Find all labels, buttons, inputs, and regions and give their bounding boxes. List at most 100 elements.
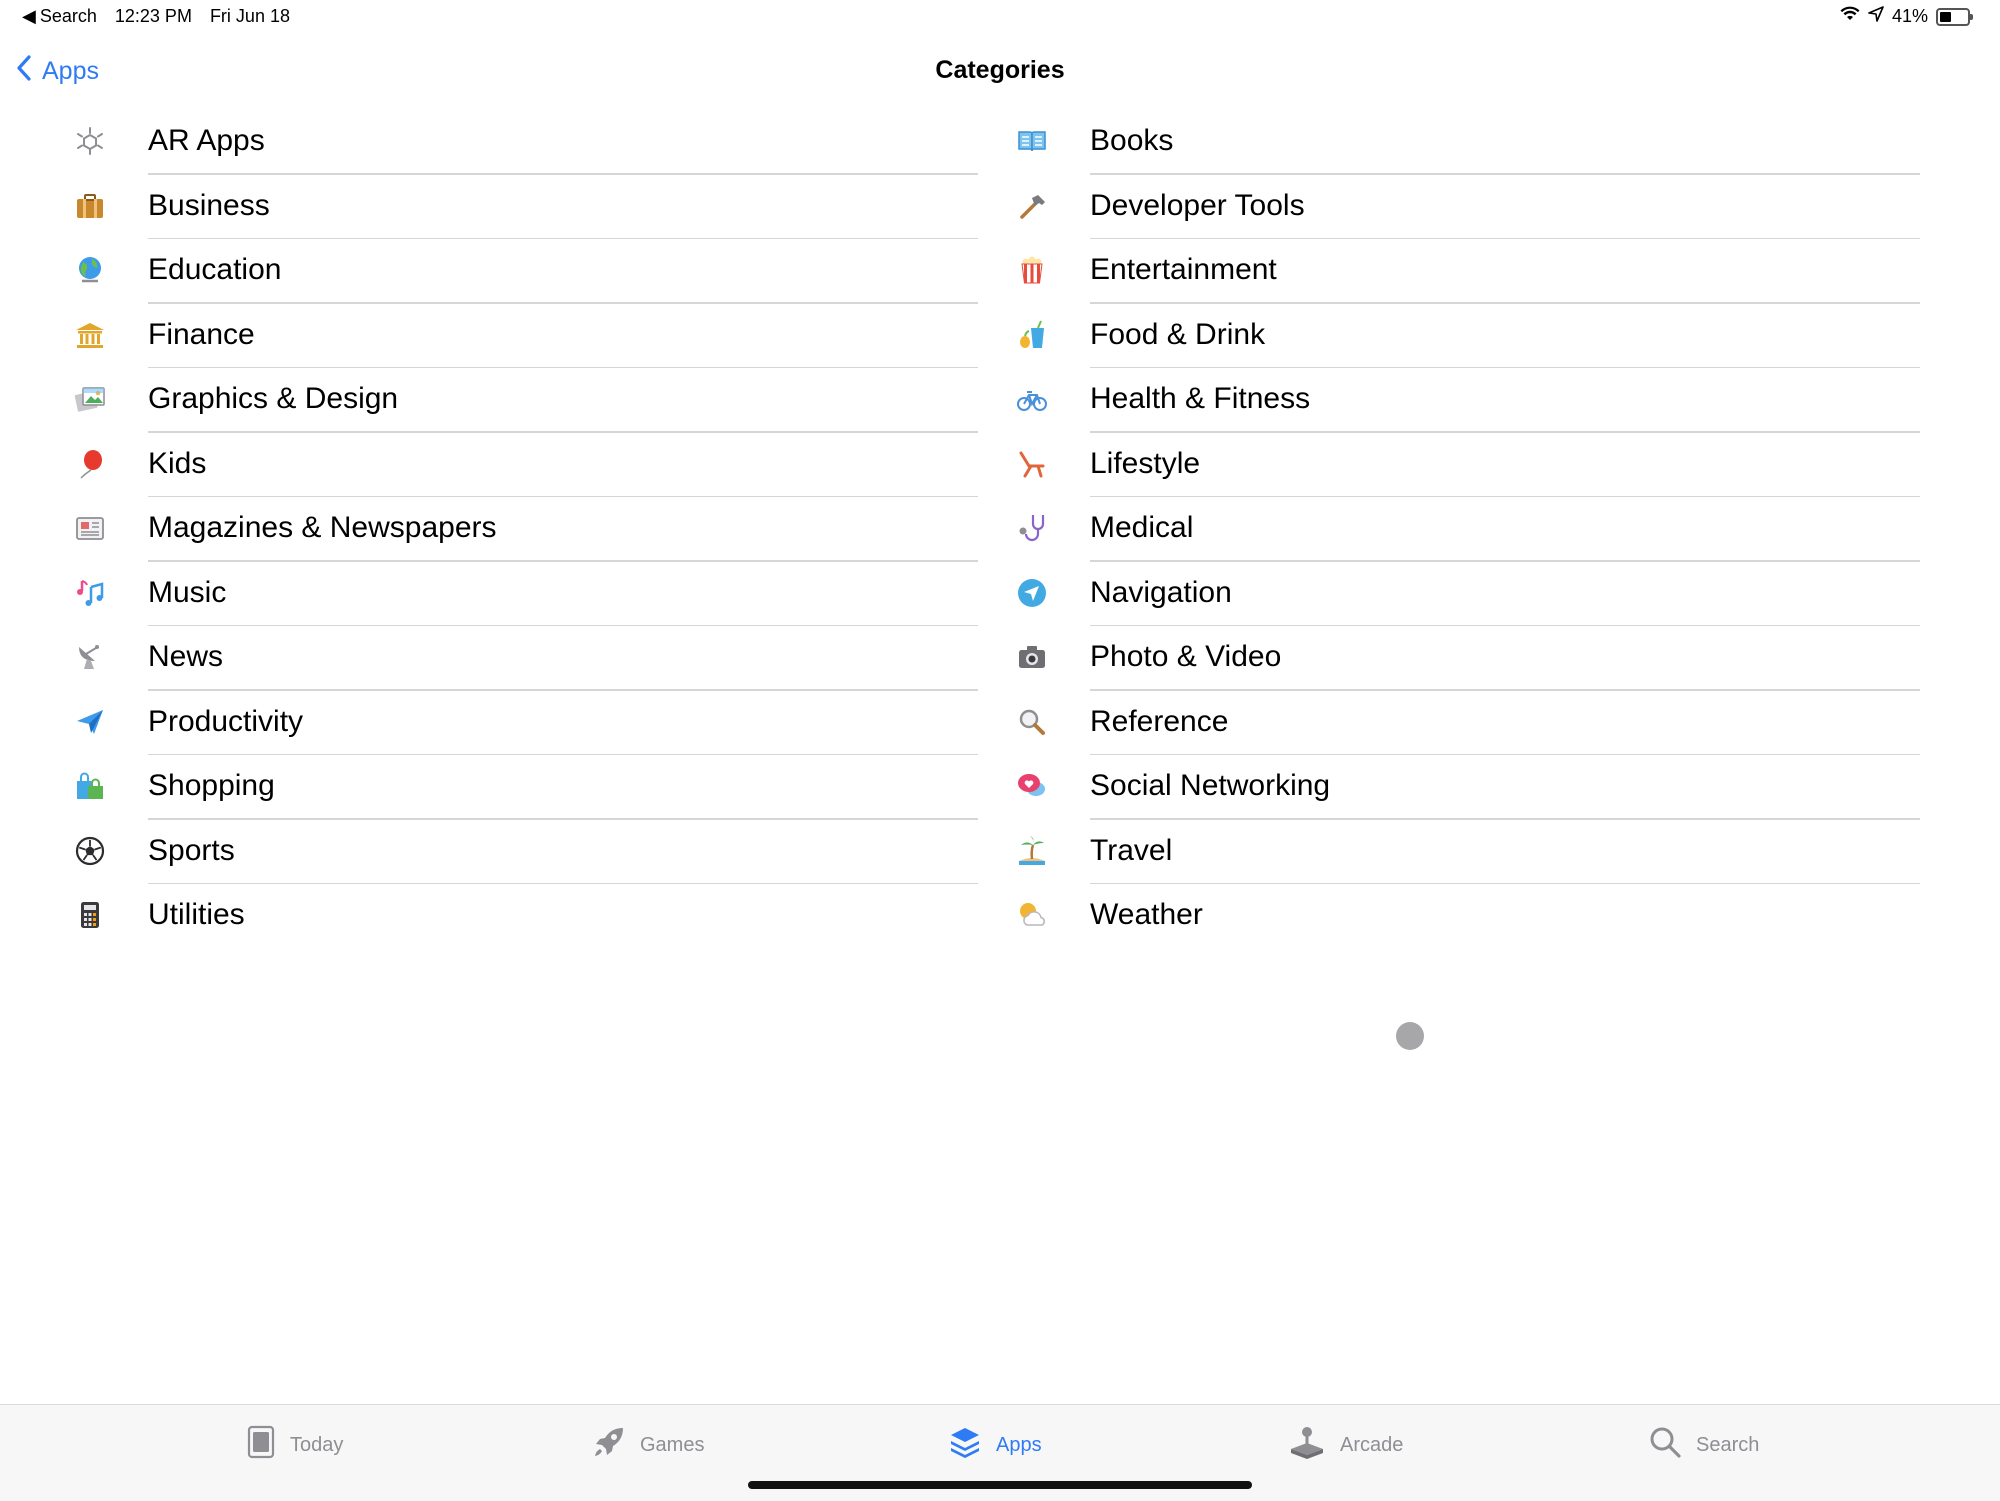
back-app-label: Search xyxy=(39,6,97,26)
tab-label: Apps xyxy=(996,1433,1042,1456)
wifi-icon xyxy=(1840,6,1860,27)
category-row[interactable]: Books xyxy=(1012,110,1920,175)
rocket-icon xyxy=(592,1425,626,1465)
category-label: Reference xyxy=(1090,704,1229,738)
hammer-icon xyxy=(1014,188,1050,224)
open-book-icon xyxy=(1014,123,1050,159)
location-arrow-icon xyxy=(1014,575,1050,611)
home-indicator[interactable] xyxy=(748,1481,1252,1489)
category-label: Productivity xyxy=(148,704,304,738)
category-list-right: Books Developer Tools Entertainment Food… xyxy=(1012,110,1920,949)
category-label: Education xyxy=(148,253,282,286)
category-row[interactable]: Medical xyxy=(1012,497,1920,562)
category-label: Entertainment xyxy=(1090,253,1277,286)
layers-icon xyxy=(948,1425,982,1465)
status-time: 12:23 PM xyxy=(114,6,192,26)
tab-arcade[interactable]: Arcade xyxy=(1288,1425,1403,1465)
category-label: Graphics & Design xyxy=(148,382,399,415)
category-label: AR Apps xyxy=(148,124,265,157)
category-row[interactable]: Social Networking xyxy=(1012,755,1920,820)
category-row[interactable]: News xyxy=(70,626,978,691)
category-label: Health & Fitness xyxy=(1090,382,1311,415)
tab-today[interactable]: Today xyxy=(246,1425,343,1465)
palm-island-icon xyxy=(1014,833,1050,869)
drink-icon xyxy=(1014,317,1050,353)
bank-icon xyxy=(72,317,108,353)
status-date: Fri Jun 18 xyxy=(209,6,290,26)
calculator-icon xyxy=(72,897,108,933)
back-triangle-icon: ◀ xyxy=(22,6,36,26)
sun-cloud-icon xyxy=(1014,897,1050,933)
newspaper-icon xyxy=(72,510,108,546)
category-label: Food & Drink xyxy=(1090,317,1266,351)
chat-heart-icon xyxy=(1014,768,1050,804)
battery-icon xyxy=(1936,7,1973,26)
category-label: Travel xyxy=(1090,833,1173,867)
category-row[interactable]: Lifestyle xyxy=(1012,433,1920,497)
briefcase-icon xyxy=(72,188,108,224)
category-label: Shopping xyxy=(148,769,275,802)
location-services-icon xyxy=(1868,6,1884,27)
category-label: Developer Tools xyxy=(1090,188,1305,222)
category-row[interactable]: Education xyxy=(70,239,978,304)
music-notes-icon xyxy=(72,575,108,611)
battery-percentage: 41% xyxy=(1891,6,1928,26)
category-row[interactable]: Utilities xyxy=(70,884,978,949)
magnifier-icon xyxy=(1014,704,1050,740)
category-label: Finance xyxy=(148,317,255,351)
soccer-ball-icon xyxy=(72,833,108,869)
camera-icon xyxy=(1014,639,1050,675)
lounge-chair-icon xyxy=(1014,446,1050,482)
category-row[interactable]: AR Apps xyxy=(70,110,978,175)
category-row[interactable]: Health & Fitness xyxy=(1012,368,1920,433)
category-row[interactable]: Productivity xyxy=(70,691,978,755)
balloon-icon xyxy=(72,446,108,482)
tab-games[interactable]: Games xyxy=(592,1425,704,1465)
category-label: Music xyxy=(148,575,227,609)
paper-plane-icon xyxy=(72,704,108,740)
tab-search[interactable]: Search xyxy=(1648,1425,1759,1465)
category-row[interactable]: Developer Tools xyxy=(1012,175,1920,239)
category-label: Weather xyxy=(1090,898,1203,931)
page-title: Categories xyxy=(935,56,1065,84)
category-row[interactable]: Magazines & Newspapers xyxy=(70,497,978,562)
back-to-app-link[interactable]: ◀ Search xyxy=(22,6,97,27)
category-label: Social Networking xyxy=(1090,769,1331,802)
category-label: Navigation xyxy=(1090,575,1232,609)
category-row[interactable]: Entertainment xyxy=(1012,239,1920,304)
satellite-dish-icon xyxy=(72,639,108,675)
ar-cube-icon xyxy=(72,123,108,159)
category-label: Kids xyxy=(148,446,207,480)
category-row[interactable]: Finance xyxy=(70,304,978,368)
tab-apps[interactable]: Apps xyxy=(948,1425,1042,1465)
category-row[interactable]: Music xyxy=(70,562,978,626)
tab-label: Today xyxy=(290,1433,344,1456)
category-label: Business xyxy=(148,188,270,222)
category-row[interactable]: Photo & Video xyxy=(1012,626,1920,691)
category-row[interactable]: Graphics & Design xyxy=(70,368,978,433)
category-row[interactable]: Navigation xyxy=(1012,562,1920,626)
touch-indicator-dot xyxy=(1396,1022,1424,1050)
category-row[interactable]: Reference xyxy=(1012,691,1920,755)
shopping-bags-icon xyxy=(72,768,108,804)
bicycle-icon xyxy=(1014,381,1050,417)
joystick-icon xyxy=(1288,1425,1326,1465)
category-row[interactable]: Sports xyxy=(70,820,978,884)
tab-label: Games xyxy=(640,1433,705,1456)
category-row[interactable]: Business xyxy=(70,175,978,239)
category-label: Photo & Video xyxy=(1090,640,1282,673)
popcorn-icon xyxy=(1014,252,1050,288)
category-row[interactable]: Food & Drink xyxy=(1012,304,1920,368)
category-row[interactable]: Weather xyxy=(1012,884,1920,949)
category-label: Magazines & Newspapers xyxy=(148,511,497,544)
category-label: News xyxy=(148,640,224,673)
category-label: Utilities xyxy=(148,898,245,931)
category-label: Medical xyxy=(1090,511,1194,544)
category-label: Sports xyxy=(148,833,235,867)
search-icon xyxy=(1648,1425,1682,1465)
category-row[interactable]: Travel xyxy=(1012,820,1920,884)
category-row[interactable]: Shopping xyxy=(70,755,978,820)
today-icon xyxy=(246,1425,276,1465)
category-row[interactable]: Kids xyxy=(70,433,978,497)
status-bar: ◀ Search 12:23 PM Fri Jun 18 41% xyxy=(0,0,2000,36)
